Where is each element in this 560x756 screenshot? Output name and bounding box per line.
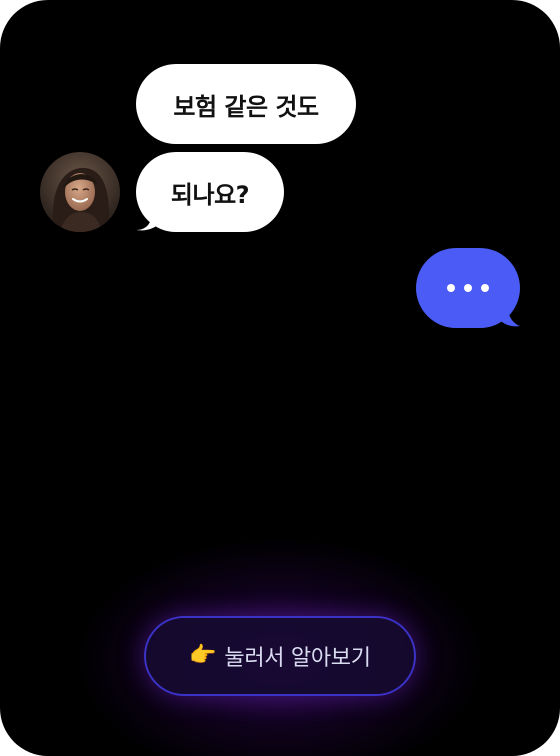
typing-dot-1 [447, 284, 455, 292]
pointing-hand-icon: 👉 [189, 643, 217, 668]
learn-more-label: 눌러서 알아보기 [224, 646, 371, 671]
learn-more-button[interactable]: 👉 눌러서 알아보기 [144, 616, 416, 696]
typing-dot-3 [481, 284, 489, 292]
incoming-message-bubble-1: 보험 같은 것도 [136, 64, 356, 144]
chat-screen: 보험 같은 것도 되나요? 👉 눌러서 알아보기 [0, 0, 560, 756]
typing-dot-2 [464, 284, 472, 292]
incoming-message-text-1: 보험 같은 것도 [173, 92, 319, 121]
incoming-message-text-2: 되나요? [170, 180, 250, 209]
user-avatar [40, 152, 120, 232]
incoming-bubble-tail [136, 216, 164, 231]
outgoing-bubble-tail [494, 310, 520, 327]
woman-avatar-icon [40, 152, 120, 232]
